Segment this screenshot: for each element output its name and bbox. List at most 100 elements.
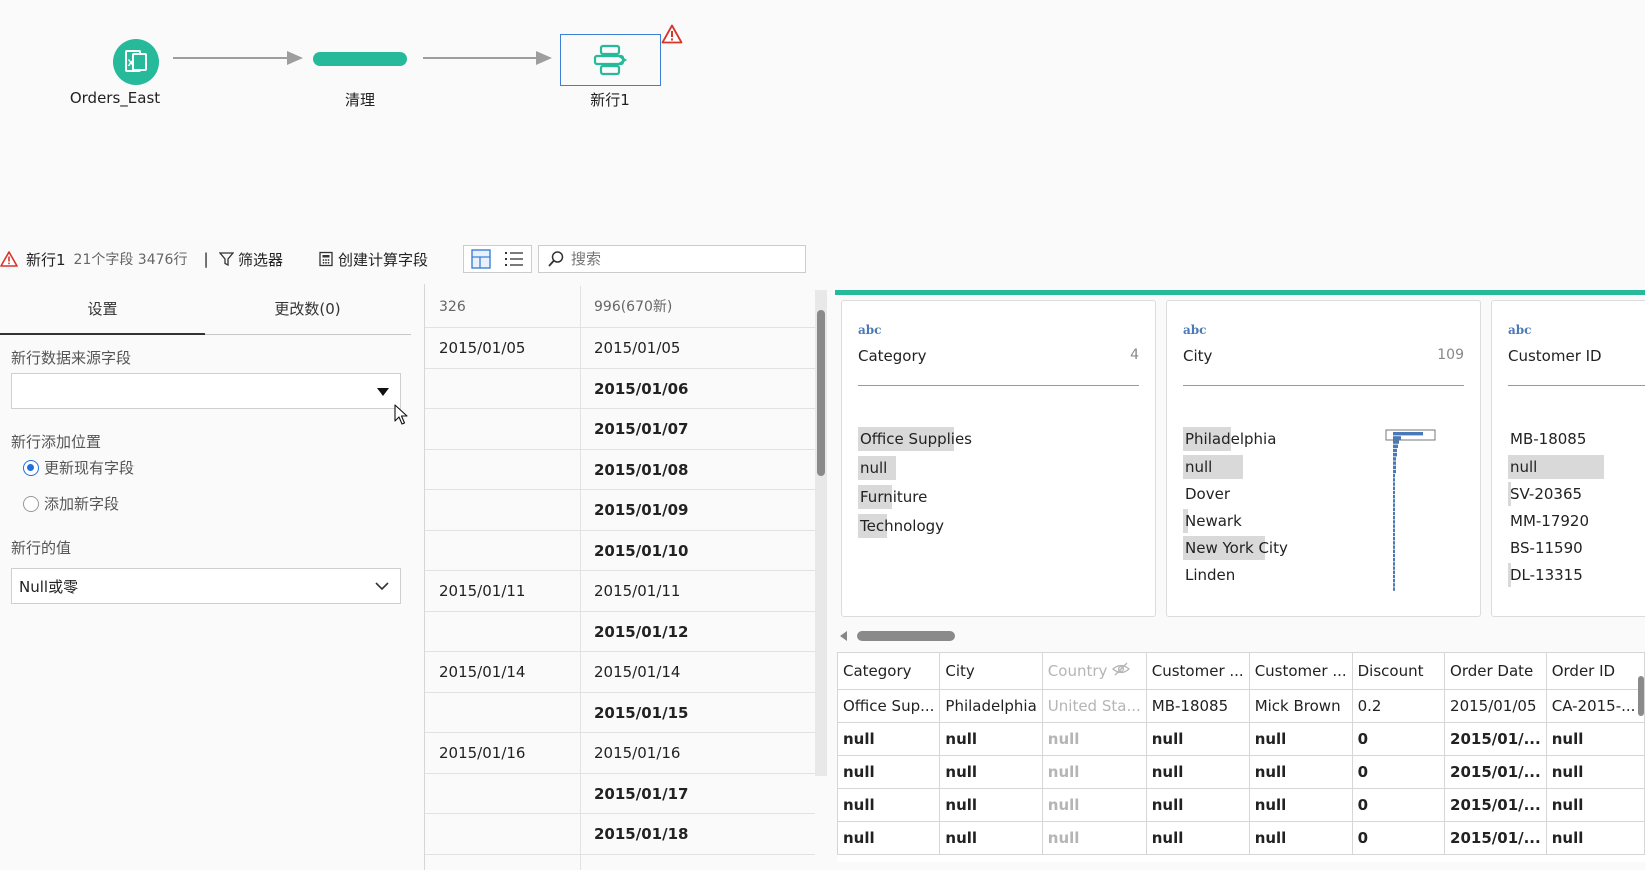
column-header[interactable]: City bbox=[939, 652, 1043, 690]
value-label: SV-20365 bbox=[1510, 485, 1583, 503]
table-cell[interactable]: United Sta... bbox=[1041, 689, 1147, 723]
list-view-button[interactable] bbox=[498, 246, 532, 272]
table-cell[interactable]: 2015/01/... bbox=[1444, 755, 1547, 789]
table-cell[interactable]: null bbox=[837, 722, 941, 756]
column-header[interactable]: Order Date bbox=[1444, 652, 1547, 690]
table-cell[interactable]: null bbox=[1545, 755, 1645, 789]
profile-view-button[interactable] bbox=[464, 246, 498, 272]
radio-update-existing[interactable]: 更新现有字段 bbox=[23, 457, 134, 478]
table-cell[interactable]: 0.2 bbox=[1351, 689, 1446, 723]
table-cell[interactable]: 0 bbox=[1351, 821, 1446, 855]
value-bar[interactable]: Furniture bbox=[858, 485, 927, 509]
value-bar[interactable]: Newark bbox=[1183, 509, 1242, 533]
column-header[interactable]: Order ID bbox=[1545, 652, 1645, 690]
table-cell[interactable]: null bbox=[1145, 755, 1250, 789]
value-bar[interactable]: Philadelphia bbox=[1183, 427, 1276, 451]
result-date-cell: 2015/01/17 bbox=[594, 784, 689, 803]
value-bar[interactable]: null bbox=[858, 456, 896, 480]
column-header[interactable]: Discount bbox=[1351, 652, 1446, 690]
column-header[interactable]: Customer ... bbox=[1145, 652, 1250, 690]
table-cell[interactable]: null bbox=[1545, 788, 1645, 822]
new-row-value-select[interactable]: Null或零 bbox=[11, 568, 401, 604]
table-cell[interactable]: null bbox=[1248, 722, 1353, 756]
create-calc-field-button[interactable]: 创建计算字段 bbox=[318, 249, 428, 270]
column-header[interactable]: Country bbox=[1041, 652, 1147, 690]
table-cell[interactable]: 0 bbox=[1351, 722, 1446, 756]
field-type-badge: abc bbox=[858, 323, 882, 337]
value-bar[interactable]: MB-18085 bbox=[1508, 427, 1586, 451]
tab-settings[interactable]: 设置 bbox=[0, 284, 205, 334]
table-cell[interactable]: null bbox=[1041, 755, 1147, 789]
profile-horizontal-scrollbar[interactable] bbox=[857, 631, 955, 641]
table-row[interactable]: null null null null null 0 2015/01/... null bbox=[837, 821, 1645, 855]
table-cell[interactable]: null bbox=[837, 821, 941, 855]
table-cell[interactable]: Mick Brown bbox=[1248, 689, 1353, 723]
table-cell[interactable]: null bbox=[1041, 821, 1147, 855]
histogram-bar bbox=[1393, 469, 1396, 474]
radio-button[interactable] bbox=[23, 459, 39, 476]
column-header[interactable]: Customer ... bbox=[1248, 652, 1353, 690]
table-row[interactable]: null null null null null 0 2015/01/... null bbox=[837, 788, 1645, 822]
table-cell[interactable]: null bbox=[939, 821, 1043, 855]
flow-node-clean[interactable] bbox=[313, 52, 407, 66]
value-bar[interactable]: Linden bbox=[1183, 563, 1235, 587]
table-cell[interactable]: 0 bbox=[1351, 755, 1446, 789]
city-distribution-histogram[interactable] bbox=[1385, 429, 1445, 599]
table-cell[interactable]: null bbox=[939, 788, 1043, 822]
tab-changes[interactable]: 更改数(0) bbox=[205, 284, 410, 334]
table-cell[interactable]: null bbox=[837, 755, 941, 789]
table-row[interactable]: null null null null null 0 2015/01/... null bbox=[837, 722, 1645, 756]
filter-button[interactable]: 筛选器 bbox=[219, 249, 283, 270]
table-cell[interactable]: Office Sup... bbox=[837, 689, 941, 723]
value-bar[interactable]: null bbox=[1183, 455, 1243, 479]
value-bar[interactable]: Technology bbox=[858, 514, 944, 538]
column-header[interactable]: Category bbox=[837, 652, 941, 690]
table-cell[interactable]: 2015/01/... bbox=[1444, 722, 1547, 756]
table-cell[interactable]: null bbox=[1545, 821, 1645, 855]
value-bar[interactable]: SV-20365 bbox=[1508, 482, 1582, 506]
table-cell[interactable]: 0 bbox=[1351, 788, 1446, 822]
table-cell[interactable]: null bbox=[1041, 788, 1147, 822]
table-cell[interactable]: null bbox=[1145, 788, 1250, 822]
table-cell[interactable]: null bbox=[1248, 788, 1353, 822]
source-field-dropdown[interactable] bbox=[11, 373, 401, 409]
table-cell[interactable]: Philadelphia bbox=[939, 689, 1043, 723]
table-cell[interactable]: 2015/01/... bbox=[1444, 821, 1547, 855]
table-cell[interactable]: null bbox=[939, 755, 1043, 789]
table-cell[interactable]: null bbox=[1145, 722, 1250, 756]
profile-vertical-scrollbar[interactable] bbox=[817, 310, 825, 476]
table-cell[interactable]: null bbox=[837, 788, 941, 822]
caret-down-icon bbox=[377, 388, 389, 396]
value-bar[interactable]: DL-13315 bbox=[1508, 563, 1583, 587]
table-cell[interactable]: MB-18085 bbox=[1145, 689, 1250, 723]
value-bar[interactable]: Office Supplies bbox=[858, 427, 972, 451]
grid-scrollbar[interactable] bbox=[1638, 676, 1644, 716]
profile-card[interactable]: abc Category 4 Office Supplies null Furniture… bbox=[841, 300, 1156, 617]
table-cell[interactable]: null bbox=[1248, 821, 1353, 855]
flow-node-new-rows[interactable] bbox=[560, 34, 661, 86]
table-cell[interactable]: null bbox=[939, 722, 1043, 756]
table-cell[interactable]: 2015/01/05 bbox=[1444, 689, 1547, 723]
profile-card[interactable]: abc Customer ID MB-18085 null SV-20365 MM-179… bbox=[1491, 300, 1645, 617]
table-row[interactable]: Office Sup... Philadelphia United Sta... MB… bbox=[837, 689, 1645, 723]
value-bar[interactable]: MM-17920 bbox=[1508, 509, 1589, 533]
profile-card[interactable]: abc City 109 Philadelphia null Dover Newark New… bbox=[1166, 300, 1481, 617]
value-bar[interactable]: New York City bbox=[1183, 536, 1288, 560]
radio-button[interactable] bbox=[23, 495, 39, 512]
value-bar[interactable]: Dover bbox=[1183, 482, 1230, 506]
table-cell[interactable]: null bbox=[1545, 722, 1645, 756]
table-cell[interactable]: 2015/01/... bbox=[1444, 788, 1547, 822]
value-bar[interactable]: null bbox=[1508, 455, 1604, 479]
value-label: Furniture bbox=[860, 488, 928, 506]
table-cell[interactable]: null bbox=[1145, 821, 1250, 855]
warning-icon[interactable] bbox=[661, 24, 683, 44]
radio-add-new-field[interactable]: 添加新字段 bbox=[23, 493, 119, 514]
table-cell[interactable]: null bbox=[1248, 755, 1353, 789]
flow-node-orders-east[interactable]: X bbox=[113, 39, 159, 85]
search-input[interactable] bbox=[571, 250, 801, 268]
value-bar[interactable]: BS-11590 bbox=[1508, 536, 1583, 560]
table-cell[interactable]: CA-2015-... bbox=[1545, 689, 1645, 723]
table-cell[interactable]: null bbox=[1041, 722, 1147, 756]
table-row[interactable]: null null null null null 0 2015/01/... null bbox=[837, 755, 1645, 789]
scroll-left-icon[interactable] bbox=[840, 631, 848, 641]
